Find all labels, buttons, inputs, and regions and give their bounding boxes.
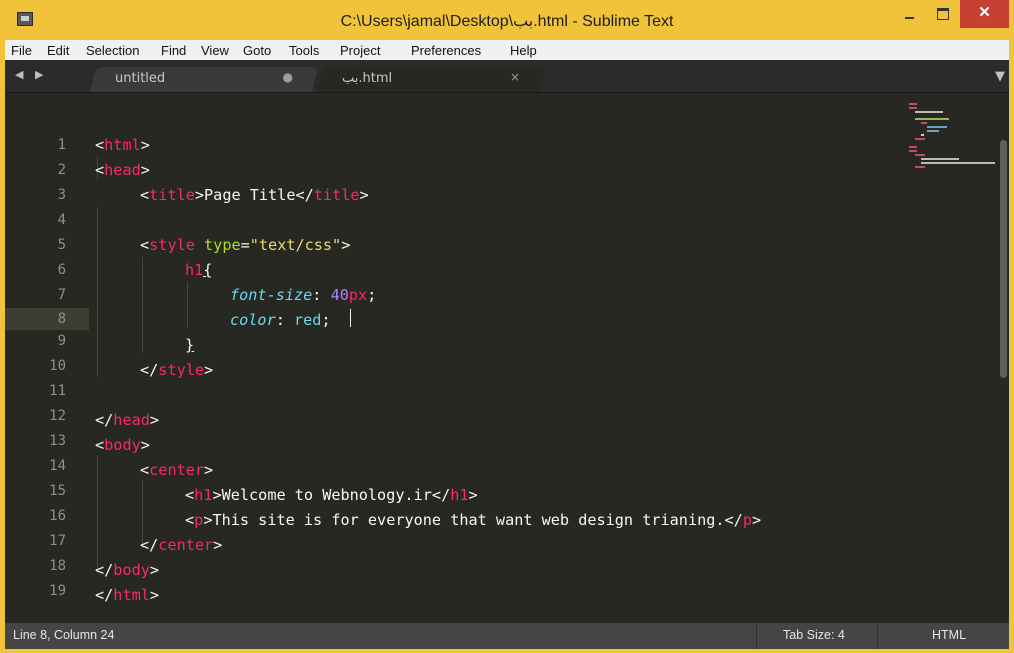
cursor-position: Line 8, Column 24 xyxy=(13,628,115,642)
code-line-18: </body> xyxy=(95,561,160,579)
menu-project[interactable]: Project xyxy=(340,43,380,58)
indent-guide xyxy=(97,455,98,573)
syntax-selector[interactable]: HTML xyxy=(877,623,1010,649)
line-number: 4 xyxy=(57,212,66,228)
code-line-14: <center> xyxy=(140,461,214,479)
title-bar: C:\Users\jamal\Desktop\بب.html - Sublime… xyxy=(5,0,1009,40)
line-number: 9 xyxy=(57,333,66,349)
code-line-17: </center> xyxy=(140,536,223,554)
window-title: C:\Users\jamal\Desktop\بب.html - Sublime… xyxy=(340,13,674,30)
code-line-2: <head> xyxy=(95,161,150,179)
code-line-12: </head> xyxy=(95,411,160,429)
line-number: 6 xyxy=(57,262,66,278)
code-line-7: font-size: 40px; xyxy=(230,286,377,304)
code-line-5: <style type="text/css"> xyxy=(140,236,351,254)
line-number: 16 xyxy=(49,508,66,524)
code-line-19: </html> xyxy=(95,586,160,604)
code-line-8: color: red; xyxy=(230,311,331,329)
code-line-9: } xyxy=(185,336,195,354)
code-editor[interactable]: 1 2 3 4 5 6 7 8 9 10 11 12 13 14 15 16 1… xyxy=(5,93,1009,622)
code-line-1: <html> xyxy=(95,136,150,154)
scrollbar-thumb[interactable] xyxy=(1000,140,1007,378)
menu-selection[interactable]: Selection xyxy=(86,43,139,58)
line-number: 19 xyxy=(49,583,66,599)
line-number: 13 xyxy=(49,433,66,449)
tab-nav-arrows-icon[interactable]: ◀ ▶ xyxy=(15,68,47,81)
code-line-3: <title>Page Title</title> xyxy=(140,186,369,204)
code-line-6: h1{ xyxy=(185,261,213,279)
text-caret xyxy=(350,309,351,327)
minimize-button[interactable] xyxy=(892,0,926,28)
minimap[interactable] xyxy=(905,101,997,171)
menu-find[interactable]: Find xyxy=(161,43,186,58)
code-line-10: </style> xyxy=(140,361,214,379)
code-line-15: <h1>Welcome to Webnology.ir</h1> xyxy=(185,486,478,504)
line-number: 14 xyxy=(49,458,66,474)
code-line-16: <p>This site is for everyone that want w… xyxy=(185,511,762,529)
tab-close-icon[interactable]: × xyxy=(510,70,520,84)
line-number: 12 xyxy=(49,408,66,424)
menu-tools[interactable]: Tools xyxy=(289,43,319,58)
indent-guide xyxy=(142,257,143,353)
line-number: 7 xyxy=(57,287,66,303)
line-number: 10 xyxy=(49,358,66,374)
line-number-current: 8 xyxy=(5,308,89,330)
sublime-window: C:\Users\jamal\Desktop\بب.html - Sublime… xyxy=(0,0,1014,653)
line-number: 17 xyxy=(49,533,66,549)
code-line-13: <body> xyxy=(95,436,150,454)
tab-label: بب.html xyxy=(342,71,393,86)
tab-active-file[interactable]: بب.html × xyxy=(316,67,546,92)
line-number-gutter: 1 2 3 4 5 6 7 8 9 10 11 12 13 14 15 16 1… xyxy=(5,93,89,622)
line-number: 3 xyxy=(57,187,66,203)
indent-guide xyxy=(187,282,188,328)
menu-view[interactable]: View xyxy=(201,43,229,58)
tab-size-selector[interactable]: Tab Size: 4 xyxy=(756,623,877,649)
modified-dot-icon[interactable]: ● xyxy=(283,70,293,84)
menu-help[interactable]: Help xyxy=(510,43,537,58)
menu-file[interactable]: File xyxy=(11,43,32,58)
line-number: 2 xyxy=(57,162,66,178)
line-number: 18 xyxy=(49,558,66,574)
line-number: 1 xyxy=(57,137,66,153)
menu-edit[interactable]: Edit xyxy=(47,43,69,58)
line-number: 15 xyxy=(49,483,66,499)
tab-dropdown-icon[interactable]: ▼ xyxy=(995,69,1005,84)
maximize-button[interactable] xyxy=(926,0,960,28)
line-number: 11 xyxy=(49,383,66,399)
line-number: 5 xyxy=(57,237,66,253)
tab-untitled[interactable]: untitled ● xyxy=(89,67,319,92)
menu-goto[interactable]: Goto xyxy=(243,43,271,58)
status-bar: Line 8, Column 24 Tab Size: 4 HTML xyxy=(5,622,1009,649)
close-button[interactable]: ✕ xyxy=(960,0,1009,28)
tab-bar: ◀ ▶ untitled ● بب.html × ▼ xyxy=(5,60,1009,93)
vertical-scrollbar[interactable] xyxy=(998,93,1009,622)
menu-preferences[interactable]: Preferences xyxy=(411,43,481,58)
tab-label: untitled xyxy=(115,71,166,86)
indent-guide xyxy=(97,207,98,377)
